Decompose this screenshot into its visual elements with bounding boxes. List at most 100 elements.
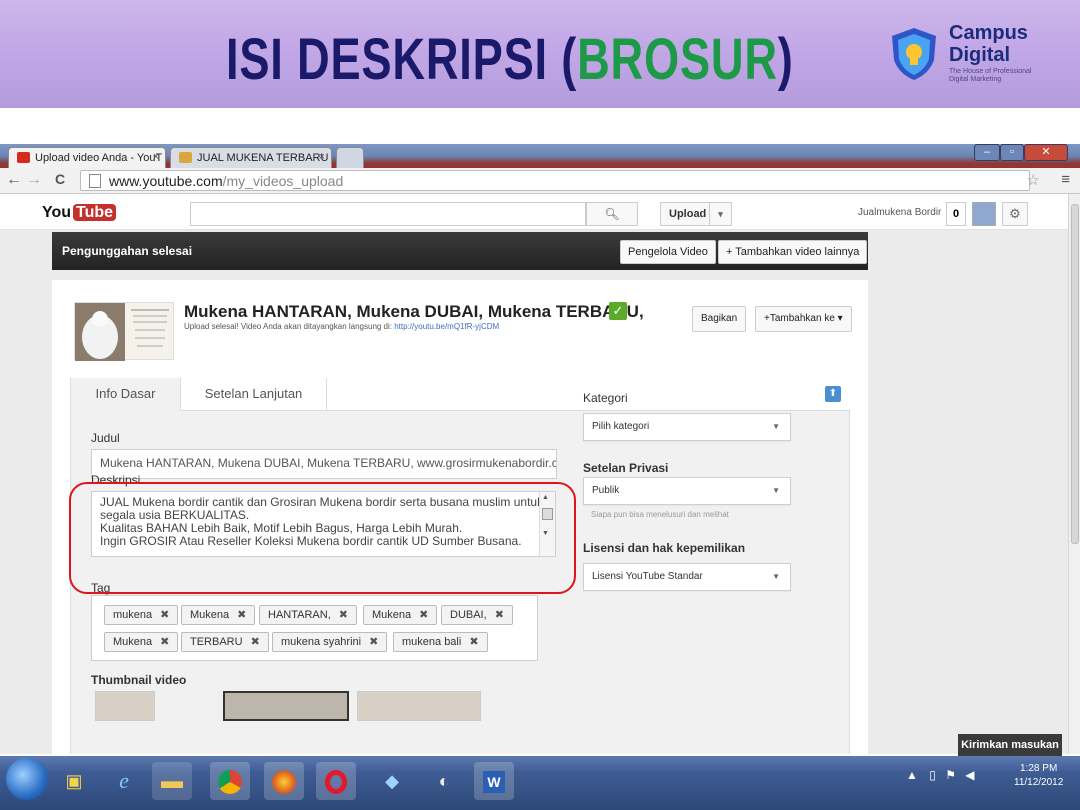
tag-chip[interactable]: TERBARU ✖ [181,632,269,652]
category-select[interactable]: Pilih kategori ▼ [583,413,791,441]
mukena-photo [75,303,169,361]
license-label: Lisensi dan hak kepemilikan [583,541,746,555]
paint-icon[interactable]: ◐ [424,762,464,800]
tag-chip[interactable]: HANTARAN, ✖ [259,605,357,625]
youtube-page: You Tube 🔍︎ Upload ▾ Jualmukena Bordir 0 ⚙… [0,194,1068,754]
page-favicon-icon [179,152,192,163]
remove-tag-icon[interactable]: ✖ [339,609,348,621]
privacy-note: Siapa pun bisa menelusuri dan melihat [591,510,729,519]
tag-chip[interactable]: Mukena ✖ [363,605,438,625]
tag-field[interactable]: mukena ✖ Mukena ✖ HANTARAN, ✖ Mukena ✖ DUBAI… [91,595,538,661]
chrome-icon[interactable] [210,762,250,800]
tab-basic-info[interactable]: Info Dasar [71,378,181,411]
tag-chip[interactable]: mukena syahrini ✖ [272,632,388,652]
back-button[interactable]: ← [4,171,24,189]
address-bar[interactable]: www.youtube.com/my_videos_upload [80,170,1030,191]
chevron-down-icon[interactable]: ▾ [709,203,731,225]
volume-icon[interactable]: ◀ [965,768,974,782]
add-more-videos-button[interactable]: + Tambahkan video lainnya [718,240,868,264]
notification-count[interactable]: 0 [946,202,966,226]
thumbnail-option-1[interactable] [95,691,155,721]
page-icon [89,174,101,188]
chevron-down-icon: ▾ [837,313,843,324]
menu-icon[interactable]: ≡ [1061,171,1070,188]
media-player-icon[interactable]: ▣ [54,762,94,800]
chevron-down-icon: ▼ [772,486,780,495]
internet-explorer-icon[interactable]: e [104,762,144,800]
upload-button[interactable]: Upload ▾ [660,202,732,226]
share-button[interactable]: Bagikan [692,306,747,332]
tag-chip[interactable]: DUBAI, ✖ [441,605,513,625]
add-to-button[interactable]: +Tambahkan ke ▾ [755,306,852,332]
folder-icon[interactable]: ▬ [152,762,192,800]
minimize-button[interactable]: – [974,144,1000,161]
reload-button[interactable]: C [50,171,70,187]
video-link[interactable]: http://youtu.be/mQ1fR-yjCDM [394,322,499,331]
search-button[interactable]: 🔍︎ [586,202,638,226]
new-tab-button[interactable] [336,147,364,168]
video-manager-button[interactable]: Pengelola Video [620,240,716,264]
tag-text: Mukena [190,609,230,621]
opera-icon[interactable] [316,762,356,800]
gear-icon[interactable]: ⚙ [1002,202,1028,226]
remove-tag-icon[interactable]: ✖ [160,609,169,621]
remove-tag-icon[interactable]: ✖ [369,636,378,648]
thumbnail-label: Thumbnail video [91,673,187,687]
windows-taskbar: ▣ e ▬ ◆ ◐ W ▲ ▯ ⚑ ◀ 1:28 PM 11/12/2012 [0,756,1080,810]
close-window-button[interactable]: ✕ [1024,144,1068,161]
slide-title-part1: ISI DESKRIPSI ( [226,27,578,92]
upload-complete-bar: Pengunggahan selesai Pengelola Video + T… [52,232,868,270]
youtube-logo[interactable]: You Tube [42,204,117,222]
page-scroll-thumb[interactable] [1071,204,1079,544]
clock-time: 1:28 PM [1020,763,1058,774]
network-icon[interactable]: ▯ [929,768,936,782]
close-icon[interactable]: × [153,151,159,163]
logo-you: You [42,204,72,221]
user-name[interactable]: Jualmukena Bordir [858,207,941,218]
tag-text: Mukena [372,609,412,621]
upload-label: Upload [669,208,707,220]
chevron-up-icon[interactable]: ▲ [906,768,918,782]
remove-tag-icon[interactable]: ✖ [419,609,428,621]
remove-tag-icon[interactable]: ✖ [469,636,478,648]
start-button[interactable] [6,758,48,800]
tab-upload-video[interactable]: Upload video Anda - YouT × [8,147,166,168]
remove-tag-icon[interactable]: ✖ [251,636,260,648]
close-icon[interactable]: × [319,151,325,163]
page-scrollbar[interactable] [1068,194,1080,754]
search-icon: 🔍︎ [604,207,620,221]
firefox-icon[interactable] [264,762,304,800]
thumbnail-option-2[interactable] [223,691,349,721]
logo-tagline: The House of Professional Digital Market… [949,68,1032,83]
tag-chip[interactable]: mukena ✖ [104,605,179,625]
privacy-select[interactable]: Publik ▼ [583,477,791,505]
privacy-label: Setelan Privasi [583,461,669,475]
title-field[interactable]: Mukena HANTARAN, Mukena DUBAI, Mukena TE… [91,449,557,479]
tab-advanced-settings[interactable]: Setelan Lanjutan [181,378,327,411]
license-select[interactable]: Lisensi YouTube Standar ▼ [583,563,791,591]
avatar[interactable] [972,202,996,226]
tag-chip[interactable]: Mukena ✖ [104,632,179,652]
upload-icon[interactable]: ⬆ [825,386,841,402]
remove-tag-icon[interactable]: ✖ [495,609,504,621]
app-icon[interactable]: ◆ [372,762,412,800]
tab-jual-mukena[interactable]: JUAL MUKENA TERBARU | × [170,147,332,168]
chevron-down-icon: ▼ [772,572,780,581]
tag-chip[interactable]: mukena bali ✖ [393,632,488,652]
bookmark-star-icon[interactable]: ☆ [1027,171,1040,189]
word-icon[interactable]: W [474,762,514,800]
maximize-button[interactable]: ▫ [1000,144,1024,161]
forward-button[interactable]: → [24,171,44,189]
search-input[interactable] [190,202,586,226]
clock[interactable]: 1:28 PM 11/12/2012 [1014,762,1063,790]
youtube-favicon-icon [17,152,30,163]
remove-tag-icon[interactable]: ✖ [237,609,246,621]
slide-banner: ISI DESKRIPSI (BROSUR) Campus Digital Th… [0,0,1080,108]
send-feedback-button[interactable]: Kirimkan masukan [958,734,1062,756]
flag-icon[interactable]: ⚑ [945,768,956,782]
thumbnail-option-3[interactable] [357,691,481,721]
remove-tag-icon[interactable]: ✖ [160,636,169,648]
tab-label: Upload video Anda - YouT [35,152,163,164]
tag-chip[interactable]: Mukena ✖ [181,605,256,625]
logo-tube: Tube [73,204,117,221]
